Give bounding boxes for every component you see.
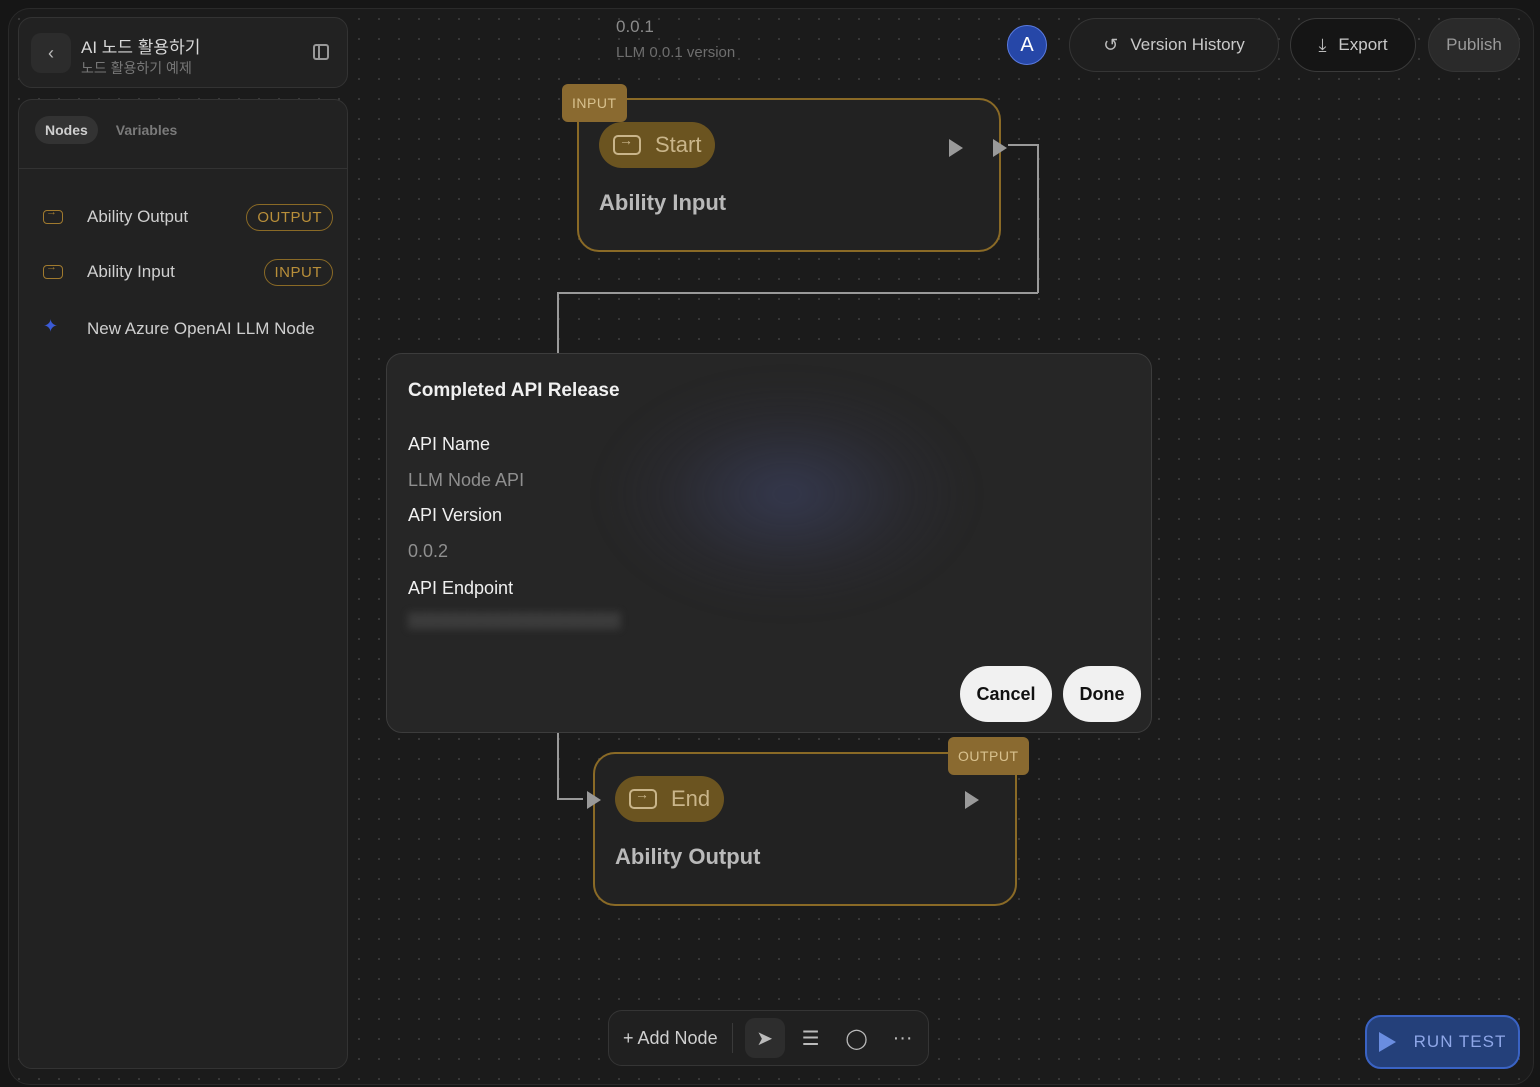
end-node-title: Ability Output [615, 844, 761, 869]
run-test-label: RUN TEST [1413, 1032, 1507, 1051]
bottom-toolbar: + Add Node ➤ ☰ ◯ ··· [608, 1010, 929, 1066]
enter-box-icon [613, 132, 641, 155]
sidebar-toggle-icon[interactable] [313, 44, 329, 60]
sparkle-icon [43, 316, 63, 337]
start-chip-label: Start [655, 132, 702, 157]
done-button[interactable]: Done [1063, 666, 1141, 722]
end-chip-label: End [671, 786, 711, 811]
export-label: Export [1338, 35, 1388, 54]
sidebar-item-ability-input[interactable]: Ability Input INPUT [43, 257, 333, 287]
project-subtitle: 노드 활용하기 예제 [81, 60, 192, 76]
version-history-label: Version History [1130, 35, 1245, 54]
play-icon [1378, 1032, 1396, 1052]
api-endpoint-label: API Endpoint [408, 578, 514, 598]
tab-nodes[interactable]: Nodes [35, 116, 98, 144]
connector-line [557, 292, 559, 354]
background-glow [597, 374, 977, 614]
version-number: 0.0.1 [616, 17, 654, 36]
api-release-dialog: Completed API Release API Name LLM Node … [386, 353, 1152, 733]
sidebar-item-label: Ability Output [87, 207, 189, 226]
sidebar: Nodes Variables Ability Output OUTPUT Ab… [18, 99, 348, 1069]
divider [731, 1023, 733, 1053]
avatar[interactable]: A [1007, 25, 1047, 65]
enter-box-icon [629, 786, 657, 809]
sidebar-item-ability-output[interactable]: Ability Output OUTPUT [43, 202, 333, 232]
api-version-label: API Version [408, 505, 503, 525]
add-node-button[interactable]: + Add Node [623, 1028, 718, 1049]
output-tag: OUTPUT [948, 737, 1029, 775]
project-title: AI 노드 활용하기 [81, 38, 201, 57]
enter-box-icon [43, 261, 63, 279]
run-test-button[interactable]: RUN TEST [1365, 1015, 1520, 1069]
note-icon[interactable]: ☰ [791, 1018, 831, 1058]
play-icon[interactable] [965, 791, 979, 809]
project-header: ‹ AI 노드 활용하기 노드 활용하기 예제 [18, 17, 348, 88]
api-name-label: API Name [408, 434, 491, 454]
dialog-title: Completed API Release [408, 380, 620, 401]
api-version-value: 0.0.2 [408, 541, 449, 561]
sidebar-item-label: New Azure OpenAI LLM Node [87, 319, 315, 338]
comment-icon[interactable]: ◯ [837, 1018, 877, 1058]
start-node-title: Ability Input [599, 190, 727, 215]
version-history-button[interactable]: ↺ Version History [1069, 18, 1279, 72]
input-port-icon[interactable] [587, 791, 601, 809]
version-description: LLM 0.0.1 version [616, 44, 736, 61]
start-chip: Start [599, 122, 716, 168]
sidebar-tabs: Nodes Variables [35, 116, 187, 144]
connector-line [1037, 144, 1039, 293]
play-icon[interactable] [949, 139, 963, 157]
connector-line [1008, 144, 1038, 146]
connector-line [557, 798, 583, 800]
connector-line [557, 292, 1038, 294]
sidebar-item-label: Ability Input [87, 262, 175, 281]
more-icon[interactable]: ··· [883, 1018, 923, 1058]
output-port-icon[interactable] [993, 139, 1007, 157]
publish-button[interactable]: Publish [1428, 18, 1520, 72]
api-endpoint-value-redacted: ▒▒▒▒▒▒▒▒▒▒▒▒▒▒▒▒▒▒▒▒ [408, 612, 621, 629]
end-node[interactable]: End Ability Output [587, 752, 1017, 906]
download-icon: ⤓ [1318, 34, 1327, 55]
input-badge: INPUT [263, 258, 333, 286]
tab-variables[interactable]: Variables [106, 116, 188, 144]
history-icon: ↺ [1103, 34, 1119, 55]
input-tag: INPUT [562, 84, 627, 122]
export-button[interactable]: ⤓ Export [1290, 18, 1416, 72]
cancel-button[interactable]: Cancel [960, 666, 1052, 722]
connector-line [557, 733, 559, 799]
divider [19, 168, 347, 169]
chevron-left-icon: ‹ [48, 42, 54, 63]
end-chip: End [615, 776, 725, 822]
sidebar-item-azure-llm[interactable]: New Azure OpenAI LLM Node [43, 314, 333, 344]
api-name-value: LLM Node API [408, 470, 525, 490]
pointer-icon[interactable]: ➤ [744, 1018, 785, 1058]
output-badge: OUTPUT [246, 203, 333, 231]
start-node[interactable]: Start Ability Input [577, 98, 1007, 252]
back-button[interactable]: ‹ [31, 33, 71, 73]
enter-box-icon [43, 206, 63, 224]
